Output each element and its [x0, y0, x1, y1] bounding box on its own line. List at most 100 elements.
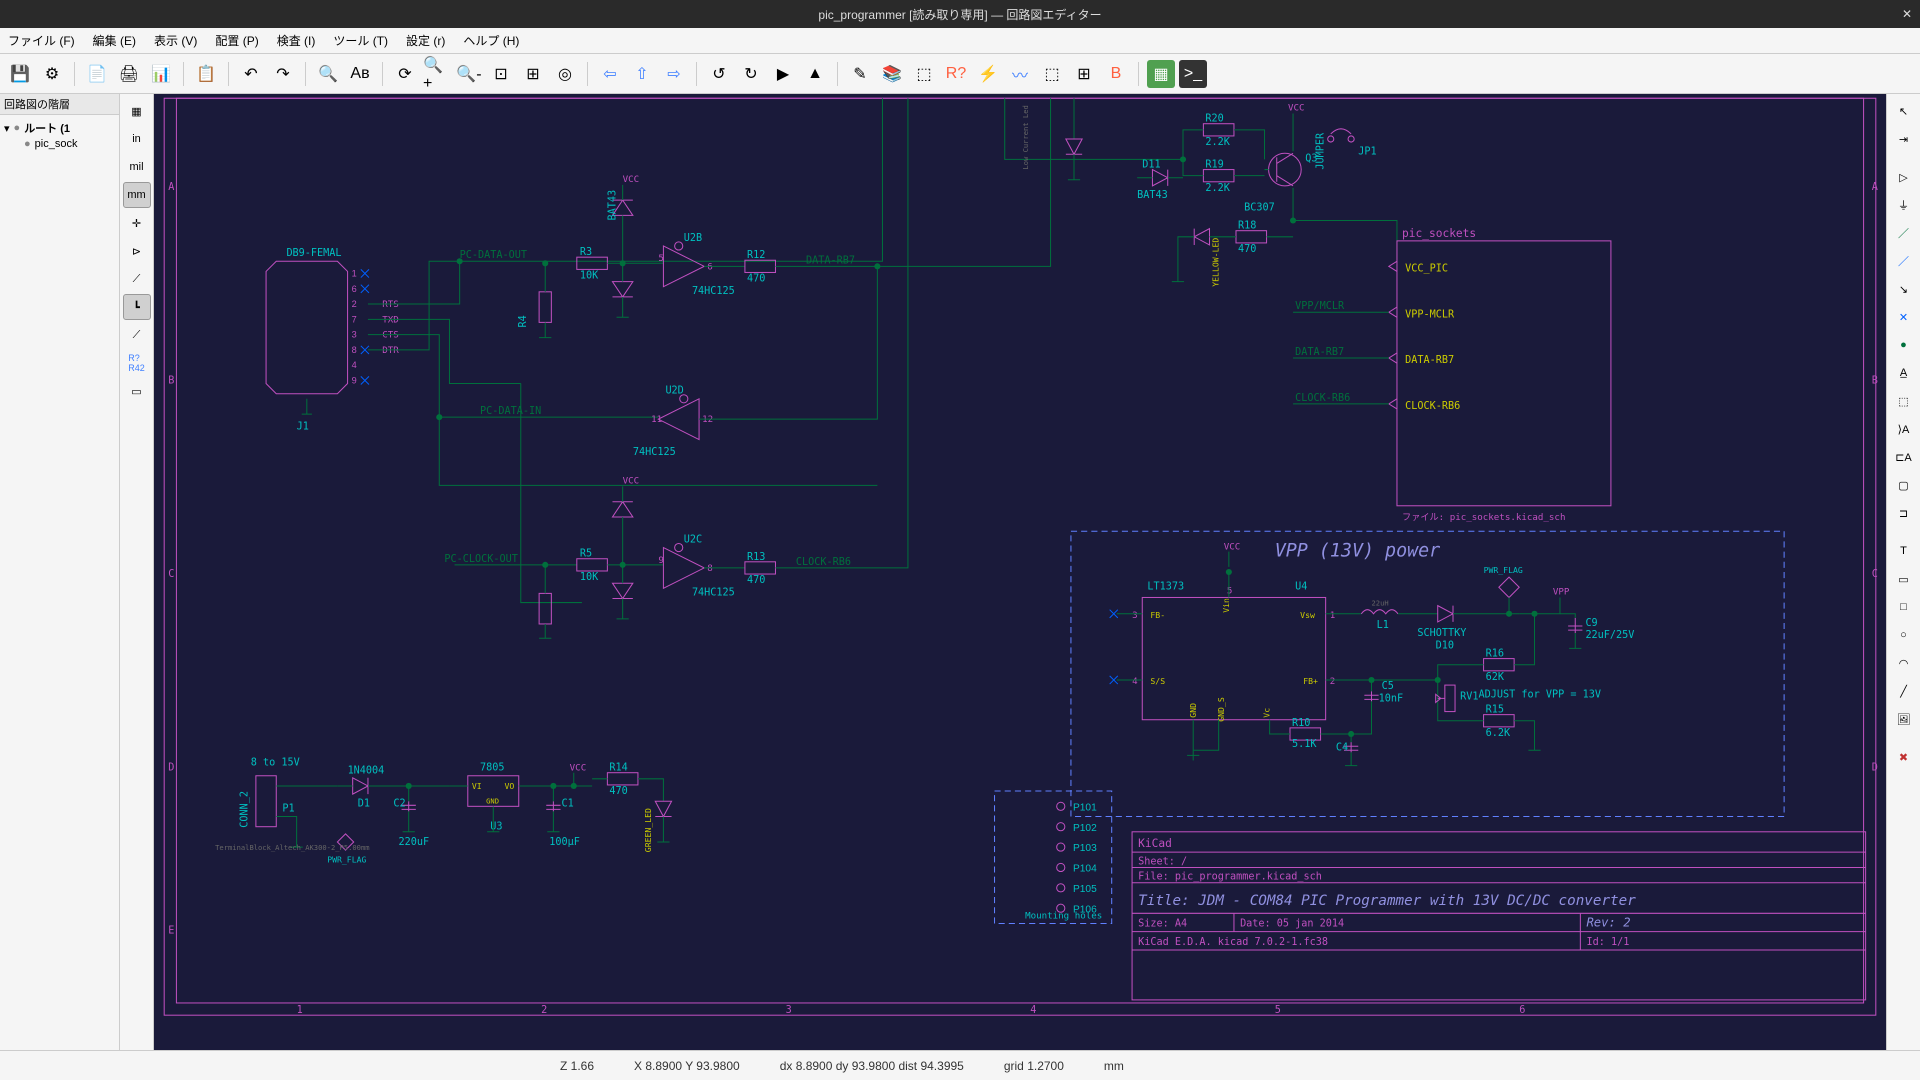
erc-icon[interactable]: ⚡	[974, 60, 1002, 88]
add-junction-icon[interactable]: ●	[1890, 332, 1918, 358]
svg-text:8: 8	[352, 345, 357, 355]
add-label-icon[interactable]: A̲	[1890, 360, 1918, 386]
svg-text:8: 8	[707, 563, 713, 574]
svg-text:2: 2	[352, 299, 357, 309]
rotate-cw-icon[interactable]: ↻	[737, 60, 765, 88]
unit-mm-icon[interactable]: mm	[123, 182, 151, 208]
paste-icon[interactable]: 📋	[192, 60, 220, 88]
unit-in-icon[interactable]: in	[123, 126, 151, 152]
nav-up-icon[interactable]: ⇧	[628, 60, 656, 88]
45deg-icon[interactable]: ⟋	[123, 322, 151, 348]
browse-symbol-icon[interactable]: 📚	[878, 60, 906, 88]
right-toolbar: ↖ ⇥ ▷ ⏚ ／ ／ ↘ ✕ ● A̲ ⬚ ⟩A ⊏A ▢ ⊐ T ▭ □ ○…	[1886, 94, 1920, 1050]
hidden-pins-icon[interactable]: ⊳	[123, 238, 151, 264]
add-arc-icon[interactable]: ◠	[1890, 650, 1918, 676]
select-icon[interactable]: ↖	[1890, 98, 1918, 124]
add-power-icon[interactable]: ⏚	[1890, 192, 1918, 218]
delete-icon[interactable]: ✖	[1890, 744, 1918, 770]
replace-icon[interactable]: Aʙ	[346, 60, 374, 88]
svg-text:Low Current Led: Low Current Led	[1021, 105, 1030, 169]
menu-file[interactable]: ファイル (F)	[8, 32, 75, 49]
ref-icon[interactable]: R?R42	[123, 350, 151, 376]
schematic-setup-icon[interactable]: ⚙	[38, 60, 66, 88]
svg-text:P1: P1	[282, 803, 294, 814]
svg-text:VI: VI	[472, 781, 482, 791]
close-icon[interactable]: ✕	[1902, 7, 1912, 21]
mirror-v-icon[interactable]: ▲	[801, 60, 829, 88]
edit-fields-icon[interactable]: ⊞	[1070, 60, 1098, 88]
svg-text:3: 3	[352, 330, 357, 340]
zoom-in-icon[interactable]: 🔍+	[423, 60, 451, 88]
zoom-object-icon[interactable]: ◎	[551, 60, 579, 88]
add-textbox-icon[interactable]: ▭	[1890, 566, 1918, 592]
menu-place[interactable]: 配置 (P)	[215, 32, 258, 49]
footprint-icon[interactable]: ⬚	[910, 60, 938, 88]
menu-tools[interactable]: ツール (T)	[333, 32, 388, 49]
refresh-icon[interactable]: ⟳	[391, 60, 419, 88]
svg-text:VCC: VCC	[570, 763, 587, 774]
free-angle-icon[interactable]: ⟋	[123, 266, 151, 292]
menu-inspect[interactable]: 検査 (I)	[277, 32, 316, 49]
print-icon[interactable]: 🖨	[115, 60, 143, 88]
grid-icon[interactable]: ▦	[123, 98, 151, 124]
find-icon[interactable]: 🔍	[314, 60, 342, 88]
add-sheet-icon[interactable]: ▢	[1890, 472, 1918, 498]
svg-text:RTS: RTS	[382, 299, 399, 310]
svg-text:VCC: VCC	[1288, 102, 1305, 113]
bom-icon[interactable]: B	[1102, 60, 1130, 88]
svg-text:8 to 15V: 8 to 15V	[251, 758, 300, 769]
assign-footprint-icon[interactable]: ⬚	[1038, 60, 1066, 88]
fields-icon[interactable]: ▭	[123, 378, 151, 404]
menu-view[interactable]: 表示 (V)	[154, 32, 197, 49]
add-netclass-icon[interactable]: ⬚	[1890, 388, 1918, 414]
add-rect-icon[interactable]: □	[1890, 594, 1918, 620]
statusbar: Z 1.66 X 8.8900 Y 93.9800 dx 8.8900 dy 9…	[0, 1050, 1920, 1080]
menu-settings[interactable]: 設定 (r)	[406, 32, 445, 49]
add-wire-icon[interactable]: ／	[1890, 220, 1918, 246]
cursor-full-icon[interactable]: ✛	[123, 210, 151, 236]
menu-edit[interactable]: 編集 (E)	[93, 32, 136, 49]
add-line-icon[interactable]: ╱	[1890, 678, 1918, 704]
add-circle-icon[interactable]: ○	[1890, 622, 1918, 648]
pcb-icon[interactable]: ▦	[1147, 60, 1175, 88]
tree-child[interactable]: ● pic_sock	[4, 137, 115, 151]
zoom-selection-icon[interactable]: ⊞	[519, 60, 547, 88]
menu-help[interactable]: ヘルプ (H)	[463, 32, 519, 49]
nav-forward-icon[interactable]: ⇨	[660, 60, 688, 88]
symbol-editor-icon[interactable]: ✎	[846, 60, 874, 88]
add-text-icon[interactable]: T	[1890, 538, 1918, 564]
plot-icon[interactable]: 📊	[147, 60, 175, 88]
mirror-h-icon[interactable]: ▶	[769, 60, 797, 88]
unit-mil-icon[interactable]: mil	[123, 154, 151, 180]
add-wire-entry-icon[interactable]: ↘	[1890, 276, 1918, 302]
add-global-label-icon[interactable]: ⟩A	[1890, 416, 1918, 442]
add-image-icon[interactable]: 🖼	[1890, 706, 1918, 732]
tree-root[interactable]: ▾ ● ルート (1	[4, 119, 115, 137]
zoom-out-icon[interactable]: 🔍-	[455, 60, 483, 88]
svg-text:P104: P104	[1073, 864, 1097, 875]
add-noconnect-icon[interactable]: ✕	[1890, 304, 1918, 330]
save-icon[interactable]: 💾	[6, 60, 34, 88]
90deg-icon[interactable]: ┗	[123, 294, 151, 320]
svg-text:10K: 10K	[580, 271, 599, 282]
status-dxy: dx 8.8900 dy 93.9800 dist 94.3995	[780, 1059, 964, 1073]
add-symbol-icon[interactable]: ▷	[1890, 164, 1918, 190]
svg-text:TerminalBlock_Altech_AK300-2_P: TerminalBlock_Altech_AK300-2_P5.00mm	[215, 843, 369, 852]
add-hier-label-icon[interactable]: ⊏A	[1890, 444, 1918, 470]
nav-back-icon[interactable]: ⇦	[596, 60, 624, 88]
redo-icon[interactable]: ↷	[269, 60, 297, 88]
rotate-ccw-icon[interactable]: ↺	[705, 60, 733, 88]
annotate-icon[interactable]: R?	[942, 60, 970, 88]
zoom-fit-icon[interactable]: ⊡	[487, 60, 515, 88]
page-settings-icon[interactable]: 📄	[83, 60, 111, 88]
undo-icon[interactable]: ↶	[237, 60, 265, 88]
svg-text:SCHOTTKY: SCHOTTKY	[1417, 628, 1466, 639]
import-sheet-pin-icon[interactable]: ⊐	[1890, 500, 1918, 526]
schematic-canvas[interactable]: A B C D E A B C D 1 2 3 4 5 6 DB9-FEMAL …	[154, 94, 1886, 1050]
highlight-net-icon[interactable]: ⇥	[1890, 126, 1918, 152]
console-icon[interactable]: >_	[1179, 60, 1207, 88]
add-bus-icon[interactable]: ／	[1890, 248, 1918, 274]
svg-text:6: 6	[707, 261, 713, 272]
svg-text:JP1: JP1	[1358, 146, 1376, 157]
simulator-icon[interactable]: 〰	[1006, 60, 1034, 88]
